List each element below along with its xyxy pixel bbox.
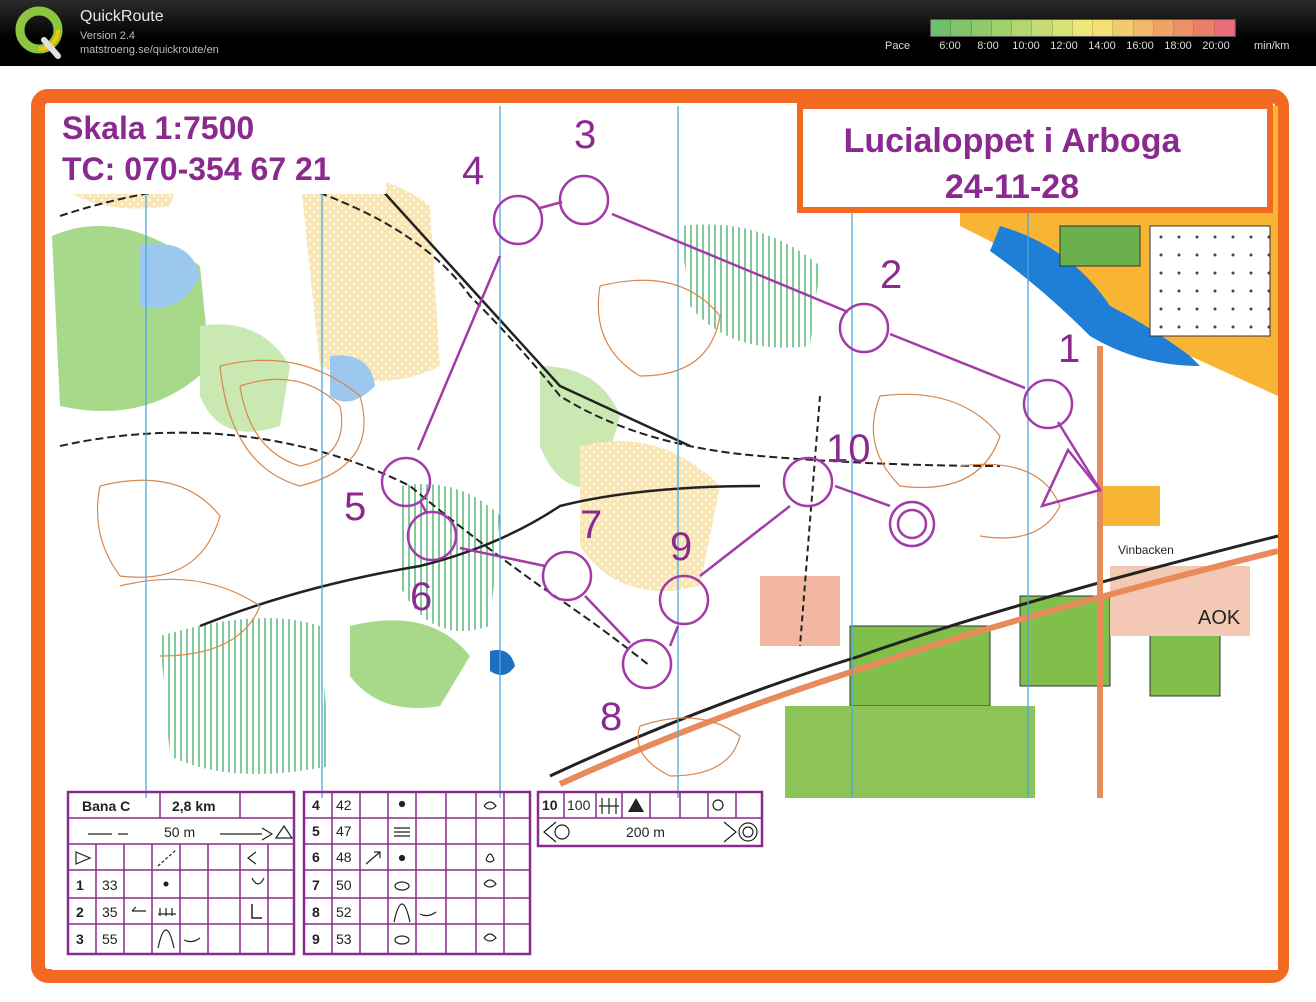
garden-block bbox=[1059, 225, 1141, 267]
pace-color-swatch bbox=[1113, 20, 1134, 36]
control-row-code: 53 bbox=[336, 931, 352, 947]
pace-color-swatch bbox=[1093, 20, 1114, 36]
pace-color-swatch bbox=[971, 20, 992, 36]
pace-color-swatch bbox=[1194, 20, 1215, 36]
control-row-number: 2 bbox=[76, 904, 84, 920]
control-row-number: 1 bbox=[76, 877, 84, 893]
pace-color-swatch bbox=[1174, 20, 1195, 36]
app-title: QuickRoute bbox=[80, 8, 164, 25]
pace-color-swatch bbox=[991, 20, 1013, 36]
control-row-code: 100 bbox=[567, 797, 591, 813]
event-title: Lucialoppet i Arboga bbox=[844, 122, 1182, 160]
control-row-number: 6 bbox=[312, 849, 320, 865]
fence-icon bbox=[599, 798, 619, 814]
app-version: Version 2.4 bbox=[80, 30, 136, 42]
control-number-6: 6 bbox=[410, 575, 432, 619]
control-number-2: 2 bbox=[880, 253, 902, 297]
pace-tick-label: 8:00 bbox=[977, 40, 999, 52]
place-label: Vinbacken bbox=[1118, 543, 1174, 557]
pace-color-swatch bbox=[1012, 20, 1033, 36]
pace-tick-label: 10:00 bbox=[1012, 40, 1040, 52]
course-name: Bana C bbox=[82, 798, 130, 814]
pace-color-swatch bbox=[1052, 20, 1073, 36]
pace-label: Pace bbox=[885, 40, 911, 52]
feature-dot-icon bbox=[163, 881, 169, 887]
control-row-code: 47 bbox=[336, 823, 352, 839]
club-label: AOK bbox=[1198, 607, 1241, 629]
control-number-1: 1 bbox=[1058, 327, 1080, 371]
paved-area bbox=[1100, 486, 1160, 526]
control-row-code: 35 bbox=[102, 904, 118, 920]
feature-dot-icon bbox=[398, 800, 406, 808]
app-url[interactable]: matstroeng.se/quickroute/en bbox=[80, 44, 219, 56]
pace-tick-label: 14:00 bbox=[1088, 40, 1116, 52]
pace-tick-label: 20:00 bbox=[1202, 40, 1230, 52]
control-row-number: 7 bbox=[312, 877, 320, 893]
course-length: 2,8 km bbox=[172, 798, 216, 814]
pace-color-swatch bbox=[1214, 20, 1235, 36]
control-number-8: 8 bbox=[600, 695, 622, 739]
event-date: 24-11-28 bbox=[945, 168, 1079, 206]
pace-color-swatch bbox=[931, 20, 952, 36]
control-row-code: 50 bbox=[336, 877, 352, 893]
residential-block bbox=[1149, 225, 1271, 337]
map-area[interactable]: Skala 1:7500 TC: 070-354 67 21 Lucialopp… bbox=[0, 66, 1316, 997]
control-number-10: 10 bbox=[826, 427, 871, 471]
finish-distance: 200 m bbox=[626, 824, 665, 840]
scale-text: Skala 1:7500 bbox=[62, 110, 254, 146]
phone-text: TC: 070-354 67 21 bbox=[62, 151, 331, 187]
control-number-4: 4 bbox=[462, 149, 484, 193]
feature-dot-icon bbox=[398, 854, 406, 862]
pace-color-swatch bbox=[951, 20, 972, 36]
control-row-number: 8 bbox=[312, 904, 320, 920]
pace-tick-label: 12:00 bbox=[1050, 40, 1078, 52]
pace-color-swatch bbox=[1133, 20, 1154, 36]
pace-tick-label: 6:00 bbox=[939, 40, 961, 52]
control-number-5: 5 bbox=[344, 485, 366, 529]
quickroute-logo-icon bbox=[15, 6, 63, 59]
control-row-code: 33 bbox=[102, 877, 118, 893]
park-area bbox=[785, 706, 1035, 798]
control-row-number: 5 bbox=[312, 823, 320, 839]
pace-tick-label: 18:00 bbox=[1164, 40, 1192, 52]
pace-tick-label: 16:00 bbox=[1126, 40, 1154, 52]
app-header: QuickRoute Version 2.4 matstroeng.se/qui… bbox=[0, 0, 1316, 66]
control-row-number: 3 bbox=[76, 931, 84, 947]
pace-unit: min/km bbox=[1254, 40, 1290, 52]
pace-color-swatch bbox=[1153, 20, 1175, 36]
control-row-number: 10 bbox=[542, 797, 558, 813]
open-land bbox=[300, 174, 440, 381]
control-row-code: 52 bbox=[336, 904, 352, 920]
control-row-code: 42 bbox=[336, 797, 352, 813]
pace-ticks: 6:00 8:00 10:00 12:00 14:00 16:00 18:00 20:00 bbox=[930, 40, 1240, 54]
control-number-3: 3 bbox=[574, 113, 596, 157]
pace-color-scale bbox=[930, 19, 1236, 37]
pace-color-swatch bbox=[1072, 20, 1094, 36]
orienteering-map[interactable]: Skala 1:7500 TC: 070-354 67 21 Lucialopp… bbox=[0, 66, 1316, 997]
control-number-9: 9 bbox=[670, 525, 692, 569]
undergrowth bbox=[160, 618, 330, 774]
control-row-code: 55 bbox=[102, 931, 118, 947]
control-row-number: 4 bbox=[312, 797, 320, 813]
control-row-number: 9 bbox=[312, 931, 320, 947]
pace-color-swatch bbox=[1032, 20, 1053, 36]
control-row-code: 48 bbox=[336, 849, 352, 865]
control-number-7: 7 bbox=[580, 503, 602, 547]
start-distance: 50 m bbox=[164, 824, 195, 840]
